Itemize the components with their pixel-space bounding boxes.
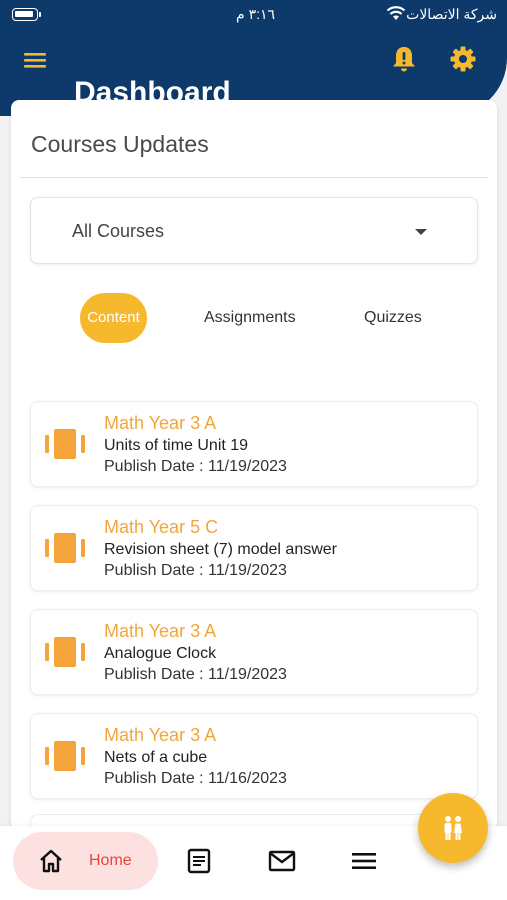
nav-home-label: Home <box>89 852 132 869</box>
status-bar: ٣:١٦ م شركة الاتصالات <box>0 0 507 30</box>
document-icon <box>187 848 211 874</box>
carrier-name: شركة الاتصالات <box>406 6 497 22</box>
home-icon <box>40 849 62 873</box>
caret-down-icon <box>415 229 427 235</box>
card-course: Math Year 5 C <box>104 517 219 537</box>
card-title: Units of time Unit 19 <box>104 437 249 454</box>
update-card[interactable]: Math Year 3 A Nets of a cube Publish Dat… <box>30 713 478 799</box>
content-icon <box>45 429 85 459</box>
course-filter-value: All Courses <box>72 221 165 241</box>
mail-icon <box>268 850 296 872</box>
nav-more-button[interactable] <box>351 850 377 877</box>
card-course: Math Year 3 A <box>104 413 217 433</box>
card-title: Nets of a cube <box>104 749 208 766</box>
content-icon <box>45 741 85 771</box>
menu-icon <box>24 53 46 68</box>
card-date: Publish Date : 11/19/2023 <box>104 562 287 579</box>
card-title: Revision sheet (7) model answer <box>104 541 337 558</box>
update-card[interactable]: Math Year 3 A Units of time Unit 19 Publ… <box>30 401 478 487</box>
gear-icon <box>450 46 476 72</box>
card-date: Publish Date : 11/19/2023 <box>104 458 287 475</box>
nav-messages-button[interactable] <box>268 850 296 877</box>
tab-assignments[interactable]: Assignments <box>204 309 296 327</box>
nav-home-button[interactable]: Home <box>13 832 158 890</box>
content-icon <box>45 637 85 667</box>
family-icon <box>444 816 462 840</box>
update-card[interactable]: Math Year 5 C Revision sheet (7) model a… <box>30 505 478 591</box>
battery-icon <box>12 8 38 21</box>
section-title: Courses Updates <box>31 131 209 157</box>
divider <box>20 177 488 178</box>
tab-content[interactable]: Content <box>80 293 147 343</box>
bell-alert-icon <box>393 47 415 72</box>
menu-button[interactable] <box>22 46 50 74</box>
family-fab-button[interactable] <box>418 793 488 863</box>
wifi-icon <box>386 6 406 20</box>
card-course: Math Year 3 A <box>104 725 217 745</box>
update-card[interactable]: Math Year 3 A Analogue Clock Publish Dat… <box>30 609 478 695</box>
menu-icon <box>352 853 376 869</box>
tab-quizzes[interactable]: Quizzes <box>364 309 422 327</box>
nav-documents-button[interactable] <box>187 848 211 879</box>
card-title: Analogue Clock <box>104 645 217 662</box>
card-date: Publish Date : 11/16/2023 <box>104 770 287 787</box>
notifications-button[interactable] <box>390 44 418 74</box>
card-course: Math Year 3 A <box>104 621 217 641</box>
content-icon <box>45 533 85 563</box>
settings-button[interactable] <box>448 44 478 74</box>
course-filter-dropdown[interactable]: All Courses <box>30 197 478 264</box>
card-date: Publish Date : 11/19/2023 <box>104 666 287 683</box>
app-header: ٣:١٦ م شركة الاتصالات Dashboard <box>0 0 507 116</box>
status-time: ٣:١٦ م <box>236 6 276 22</box>
